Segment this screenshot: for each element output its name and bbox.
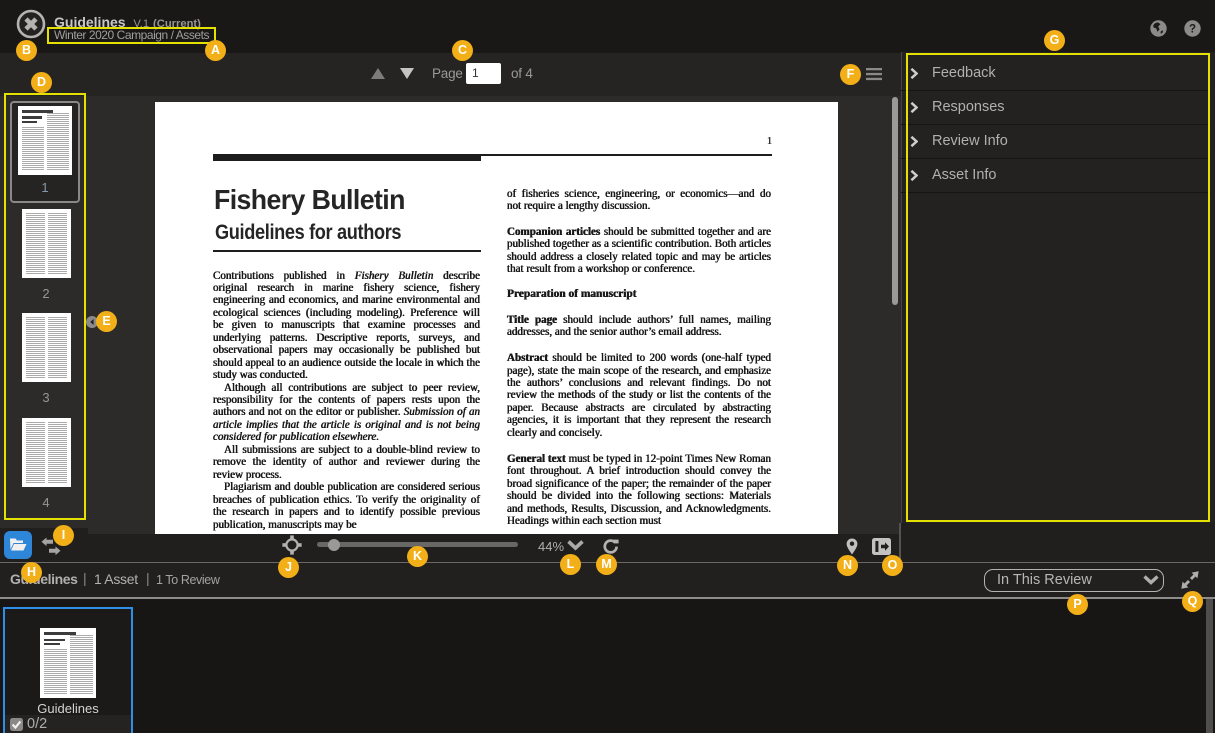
svg-text:?: ? bbox=[1189, 24, 1196, 36]
